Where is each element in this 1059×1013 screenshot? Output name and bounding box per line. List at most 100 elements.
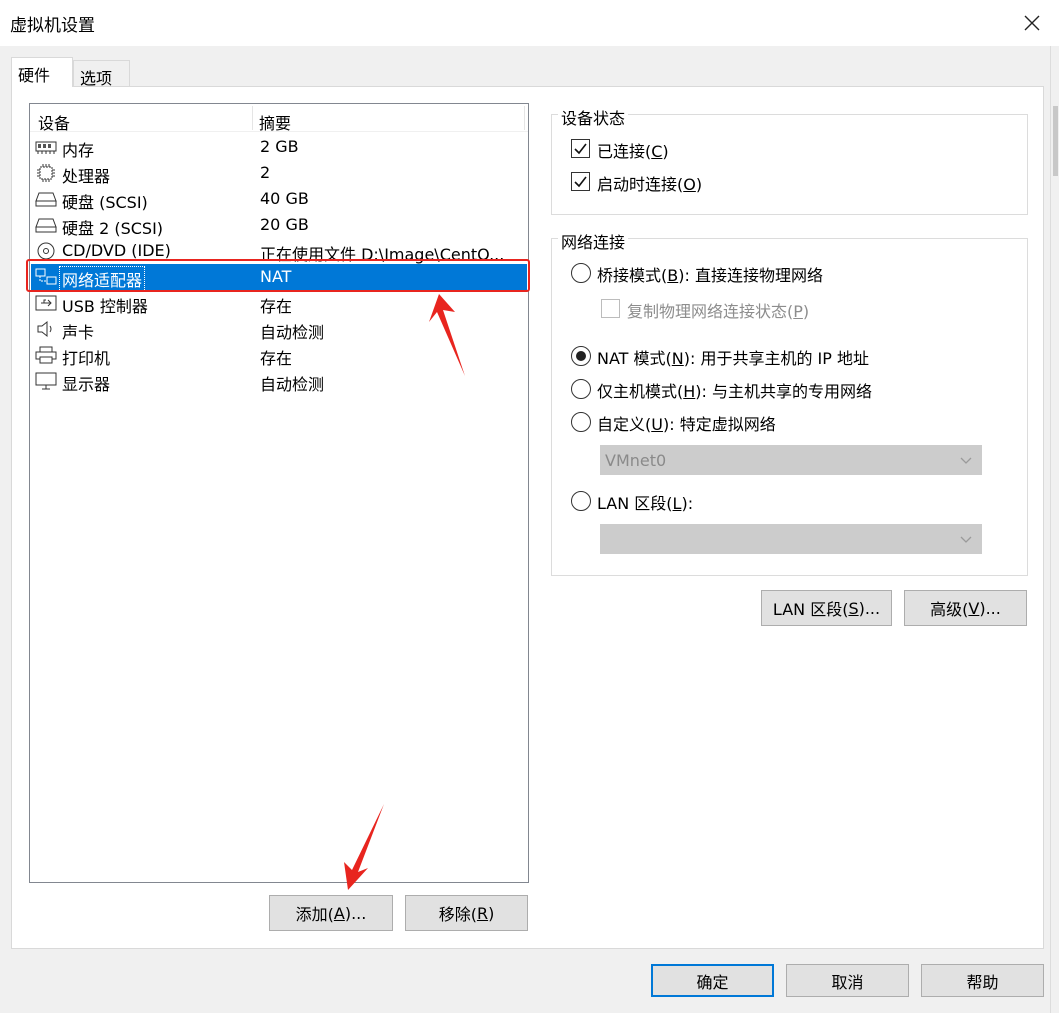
printer-icon [35,346,57,364]
add-button-label-end: )... [344,903,367,923]
device-name: 声卡 [62,323,95,342]
lan-segment-select[interactable] [600,524,982,554]
device-name: CD/DVD (IDE) [62,241,171,260]
cd-dvd-icon [37,242,55,260]
ok-button[interactable]: 确定 [651,964,774,997]
title-bar: 虚拟机设置 [0,0,1059,46]
device-summary: 正在使用文件 D:\Image\CentO... [260,245,505,264]
advanced-button-label-end: )... [979,598,1001,618]
device-summary: 存在 [260,297,293,316]
tab-options[interactable]: 选项 [73,60,130,88]
device-status-title: 设备状态 [558,105,629,129]
device-name: 显示器 [62,375,111,394]
host-only-label[interactable]: 仅主机模式(H): 与主机共享的专用网络 [597,378,872,402]
device-row-display[interactable]: 显示器 自动检测 [31,368,527,394]
device-name: 硬盘 (SCSI) [62,193,148,212]
device-list[interactable]: 设备 摘要 内存 2 GB 处理器 2 硬盘 (SCSI) 40 GB 硬盘 2… [29,103,529,883]
device-row-hard-disk[interactable]: 硬盘 (SCSI) 40 GB [31,186,527,212]
device-summary: 存在 [260,349,293,368]
tab-hardware-label: 硬件 [18,66,51,85]
tab-hardware[interactable]: 硬件 [11,57,73,87]
close-icon [1024,15,1040,31]
device-name: 硬盘 2 (SCSI) [62,219,164,238]
bridged-radio[interactable] [571,263,591,283]
device-name: 打印机 [62,349,111,368]
add-button-accel: A [333,903,345,923]
device-summary: 2 [260,163,271,182]
lan-segments-button[interactable]: LAN 区段(S)... [761,590,892,626]
lan-segments-button-accel: S [848,598,859,618]
remove-button-label: 移除( [438,905,477,924]
scrollbar[interactable] [1050,46,1059,1013]
custom-label[interactable]: 自定义(U): 特定虚拟网络 [597,411,776,435]
advanced-button[interactable]: 高级(V)... [904,590,1027,626]
device-summary: NAT [260,267,292,286]
device-row-processor[interactable]: 处理器 2 [31,160,527,186]
usb-icon [35,295,57,311]
lan-segment-radio[interactable] [571,491,591,511]
device-summary: 自动检测 [260,375,325,394]
scrollbar-thumb[interactable] [1053,106,1058,176]
connect-at-power-on-label[interactable]: 启动时连接(O) [597,171,702,195]
replicate-state-checkbox[interactable] [601,299,620,318]
help-button-label: 帮助 [966,972,999,992]
hard-disk-icon [35,192,57,207]
vmnet-select[interactable]: VMnet0 [600,445,982,475]
host-only-radio[interactable] [571,379,591,399]
nat-radio[interactable] [571,346,591,366]
checkmark-icon [574,176,587,188]
device-summary: 自动检测 [260,323,325,342]
network-adapter-icon [35,268,57,285]
checkmark-icon [574,143,587,155]
nat-label[interactable]: NAT 模式(N): 用于共享主机的 IP 地址 [597,345,869,369]
remove-button-label-end: ) [488,903,495,923]
bridged-label[interactable]: 桥接模式(B): 直接连接物理网络 [597,262,823,286]
device-list-header: 设备 摘要 [30,104,528,134]
column-device[interactable]: 设备 [38,110,70,134]
close-button[interactable] [1010,6,1054,40]
device-name: USB 控制器 [62,297,148,316]
device-row-usb-controller[interactable]: USB 控制器 存在 [31,290,527,316]
device-row-network-adapter[interactable]: 网络适配器 NAT [31,264,527,292]
device-row-hard-disk-2[interactable]: 硬盘 2 (SCSI) 20 GB [31,212,527,238]
replicate-state-label[interactable]: 复制物理网络连接状态(P) [627,298,809,322]
connected-checkbox[interactable] [571,139,590,158]
device-name: 处理器 [62,167,111,186]
cancel-button[interactable]: 取消 [786,964,909,997]
device-row-memory[interactable]: 内存 2 GB [31,134,527,160]
device-row-sound-card[interactable]: 声卡 自动检测 [31,316,527,342]
device-status-group [551,114,1028,215]
help-button[interactable]: 帮助 [921,964,1044,997]
column-divider [524,106,525,130]
chevron-down-icon [960,457,972,464]
device-summary: 2 GB [260,137,299,156]
window-title: 虚拟机设置 [10,16,95,36]
lan-segments-button-label-end: )... [858,598,881,618]
custom-radio[interactable] [571,412,591,432]
memory-icon [35,141,57,154]
device-row-cd-dvd[interactable]: CD/DVD (IDE) 正在使用文件 D:\Image\CentO... [31,238,527,264]
hard-disk-icon [35,218,57,233]
speaker-icon [37,320,52,338]
add-button[interactable]: 添加(A)... [269,895,393,931]
device-row-printer[interactable]: 打印机 存在 [31,342,527,368]
connected-label[interactable]: 已连接(C) [597,138,669,162]
advanced-button-label: 高级( [930,600,969,619]
monitor-icon [35,372,57,390]
ok-button-label: 确定 [696,972,729,992]
vmnet-select-value: VMnet0 [605,451,667,470]
network-connection-title: 网络连接 [558,229,629,253]
device-summary: 20 GB [260,215,309,234]
add-button-label: 添加( [295,905,334,924]
column-summary[interactable]: 摘要 [259,110,291,134]
remove-button[interactable]: 移除(R) [405,895,528,931]
device-name: 内存 [62,141,95,160]
remove-button-accel: R [476,903,489,923]
device-summary: 40 GB [260,189,309,208]
connect-at-power-on-checkbox[interactable] [571,172,590,191]
lan-segment-label[interactable]: LAN 区段(L): [597,490,693,514]
chevron-down-icon [960,536,972,543]
processor-icon [37,164,55,182]
column-divider [252,106,253,130]
cancel-button-label: 取消 [831,972,864,992]
